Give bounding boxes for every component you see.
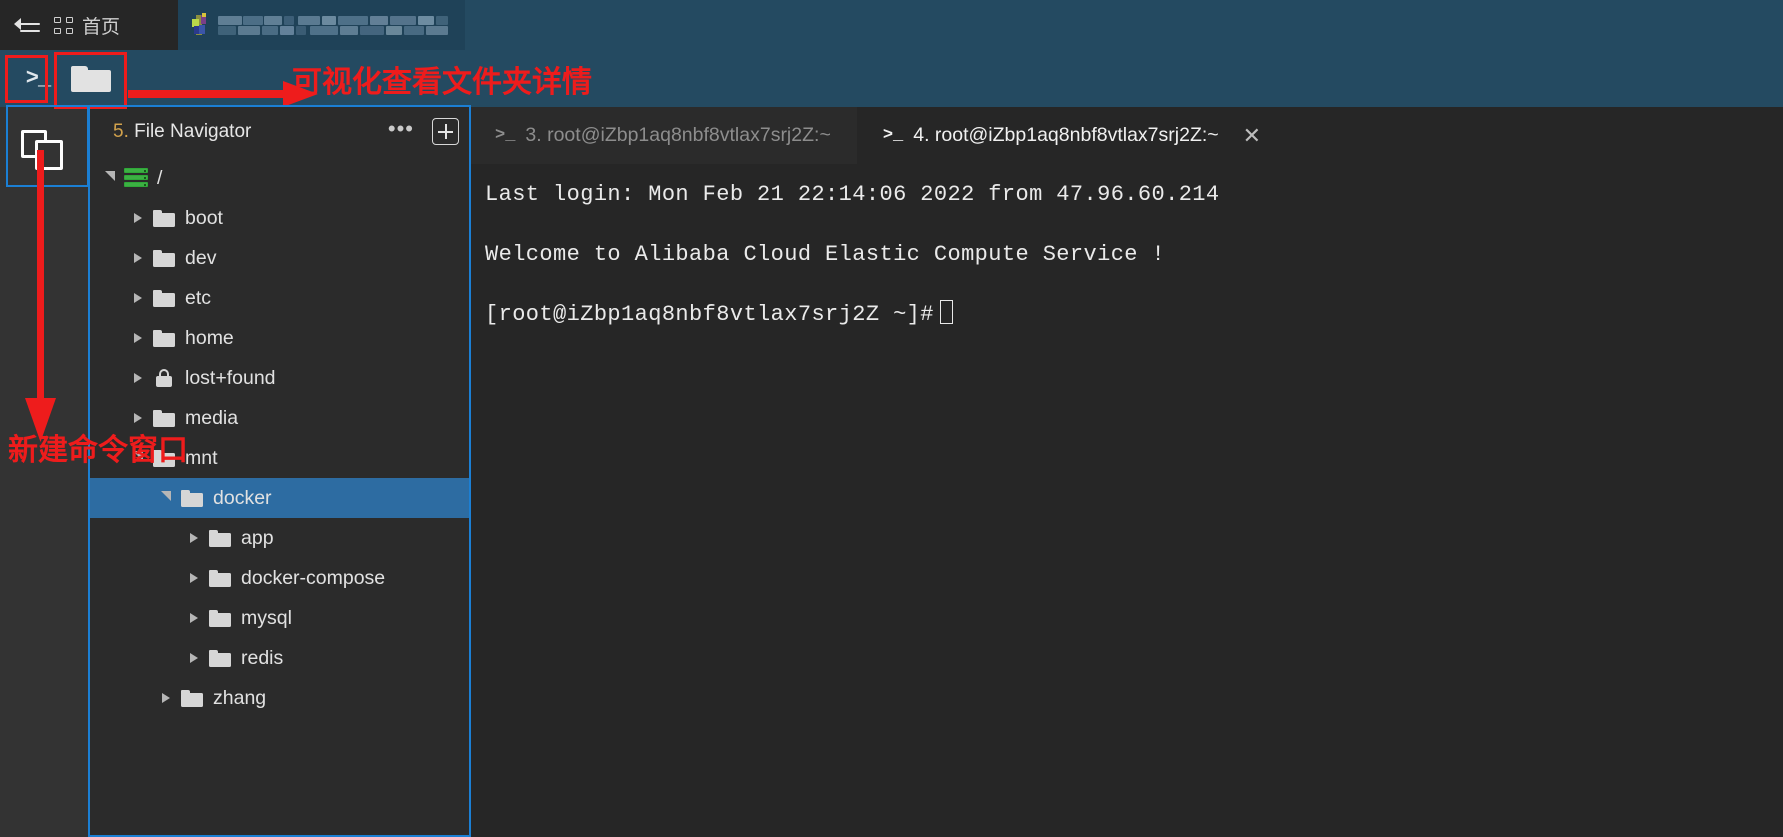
chevron-right-icon[interactable] [127,253,149,263]
tree-row-label: media [185,406,239,429]
terminal-line: [root@iZbp1aq8nbf8vtlax7srj2Z ~]# [485,300,1783,330]
server-icon [121,168,151,188]
tree-row-label: boot [185,206,223,229]
chevron-right-icon[interactable] [183,533,205,543]
terminal-tab-label: 3. root@iZbp1aq8nbf8vtlax7srj2Z:~ [525,124,831,146]
close-icon[interactable]: ✕ [1243,124,1261,147]
secondary-toolbar: >_ [0,50,1783,107]
tree-row-label: docker [213,486,272,509]
tree-row[interactable]: docker [89,478,469,518]
terminal-tab[interactable]: >_ 3. root@iZbp1aq8nbf8vtlax7srj2Z:~ [469,107,857,164]
tree-row[interactable]: zhang [89,678,469,718]
chevron-right-icon[interactable] [127,213,149,223]
file-navigator-button[interactable] [57,50,125,107]
collapse-menu-icon[interactable] [14,14,40,36]
copy-files-button[interactable] [0,107,88,197]
folder-icon [205,529,235,547]
tree-row[interactable]: lost+found [89,358,469,398]
terminal-prompt-icon: >_ [882,126,904,145]
chevron-right-icon[interactable] [127,373,149,383]
app-window: 首页 >_ 5. File Navigator ••• / boot dev e… [0,0,1783,837]
tree-row-label: zhang [213,686,267,709]
tree-row-label: mnt [185,446,218,469]
chevron-right-icon[interactable] [127,293,149,303]
chevron-down-icon[interactable] [155,491,177,503]
file-navigator-more-button[interactable]: ••• [380,117,422,146]
file-navigator-panel: 5. File Navigator ••• / boot dev etc home los… [89,107,469,837]
terminal-output[interactable]: Last login: Mon Feb 21 22:14:06 2022 fro… [469,164,1783,837]
file-tree: / boot dev etc home lost+found media mnt docker a… [89,156,469,718]
terminal-line: Welcome to Alibaba Cloud Elastic Compute… [485,242,1166,267]
chevron-down-icon[interactable] [127,451,149,463]
tree-row[interactable]: boot [89,198,469,238]
tree-row-label: redis [241,646,284,669]
tree-row[interactable]: home [89,318,469,358]
file-navigator-title-number: 5. [113,120,129,142]
folder-icon [205,609,235,627]
folder-icon [205,649,235,667]
tree-row-label: / [157,166,163,189]
chevron-right-icon[interactable] [183,613,205,623]
terminal-area: >_ 3. root@iZbp1aq8nbf8vtlax7srj2Z:~ >_ 4. … [469,107,1783,837]
tree-row-label: lost+found [185,366,276,389]
tree-row[interactable]: dev [89,238,469,278]
terminal-prompt-icon: >_ [495,126,516,145]
chevron-right-icon[interactable] [127,413,149,423]
folder-icon [149,409,179,427]
home-tab-label: 首页 [82,16,121,38]
terminal-line: Last login: Mon Feb 21 22:14:06 2022 fro… [485,182,1220,207]
home-tab[interactable]: 首页 [54,12,120,39]
terminal-tab[interactable]: >_ 4. root@iZbp1aq8nbf8vtlax7srj2Z:~ ✕ [856,107,1288,164]
topbar-left-group: 首页 [0,0,200,50]
folder-icon [149,249,179,267]
chevron-right-icon[interactable] [183,653,205,663]
chevron-right-icon[interactable] [127,333,149,343]
session-tab-blurred[interactable] [178,0,465,50]
tree-row-label: home [185,326,234,349]
folder-icon [149,449,179,467]
tree-row-label: dev [185,246,217,269]
grid-icon [54,16,73,34]
tree-row[interactable]: redis [89,638,469,678]
lock-icon [149,369,179,387]
tree-row[interactable]: app [89,518,469,558]
tree-row-label: etc [185,286,212,309]
folder-icon [177,689,207,707]
tree-row-label: app [241,526,274,549]
session-favicon-icon [192,13,210,37]
file-navigator-add-button[interactable] [432,118,459,145]
tree-row-label: docker-compose [241,566,386,589]
folder-icon [149,329,179,347]
chevron-right-icon[interactable] [183,573,205,583]
file-navigator-title: 5. File Navigator [113,121,380,143]
tree-row[interactable]: mysql [89,598,469,638]
file-navigator-header: 5. File Navigator ••• [89,107,469,156]
folder-icon [149,289,179,307]
file-navigator-title-text: File Navigator [128,120,252,142]
folder-icon [71,64,111,94]
folder-icon [205,569,235,587]
folder-icon [149,209,179,227]
chevron-right-icon[interactable] [155,693,177,703]
folder-icon [177,489,207,507]
tree-row[interactable]: / [89,158,469,198]
tree-row[interactable]: media [89,398,469,438]
chevron-down-icon[interactable] [99,171,121,183]
terminal-prompt-icon: >_ [25,66,51,91]
tree-row[interactable]: etc [89,278,469,318]
copy-files-icon [21,130,67,174]
tree-row[interactable]: docker-compose [89,558,469,598]
left-icon-rail [0,107,88,837]
tree-row-label: mysql [241,606,292,629]
terminal-tab-label: 4. root@iZbp1aq8nbf8vtlax7srj2Z:~ [913,124,1219,146]
session-tab-label-blurred [218,13,465,37]
terminal-tab-bar: >_ 3. root@iZbp1aq8nbf8vtlax7srj2Z:~ >_ 4. … [469,107,1783,164]
tree-row[interactable]: mnt [89,438,469,478]
terminal-cursor [939,300,953,324]
